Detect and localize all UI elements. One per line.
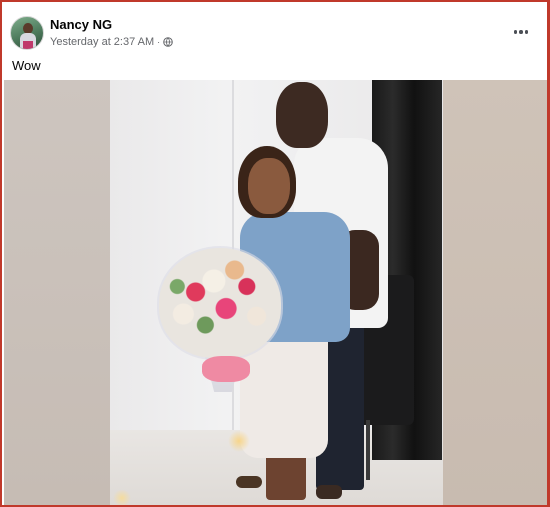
- more-options-button[interactable]: [509, 22, 533, 42]
- meta-separator: ·: [157, 37, 161, 47]
- photo-bouquet: [159, 248, 281, 358]
- avatar-skirt: [23, 41, 33, 49]
- photo-bouquet-ribbon: [202, 356, 250, 382]
- post-timestamp[interactable]: Yesterday at 2:37 AM: [50, 36, 154, 48]
- photo-light-glow: [228, 430, 250, 452]
- photo-wall-left: [4, 80, 110, 505]
- post-header: Nancy NG Yesterday at 2:37 AM ·: [10, 14, 539, 54]
- photo-woman-face: [248, 158, 290, 214]
- photo-woman-sandal: [236, 476, 262, 488]
- photo-wall-right: [443, 80, 547, 505]
- more-options-icon: [513, 30, 529, 34]
- photo-man-shoe: [316, 485, 342, 499]
- author-avatar[interactable]: [10, 16, 44, 50]
- author-name[interactable]: Nancy NG: [50, 17, 112, 32]
- photo-woman-legs: [266, 452, 306, 500]
- post-photo[interactable]: [4, 80, 547, 505]
- globe-icon[interactable]: [163, 37, 173, 47]
- post-meta: Yesterday at 2:37 AM ·: [50, 36, 173, 48]
- post-caption: Wow: [12, 58, 41, 73]
- photo-chair-leg: [366, 420, 370, 480]
- post-frame: Nancy NG Yesterday at 2:37 AM · Wow: [0, 0, 550, 507]
- photo-man-head: [276, 82, 328, 148]
- photo-light-glow-corner: [112, 490, 132, 505]
